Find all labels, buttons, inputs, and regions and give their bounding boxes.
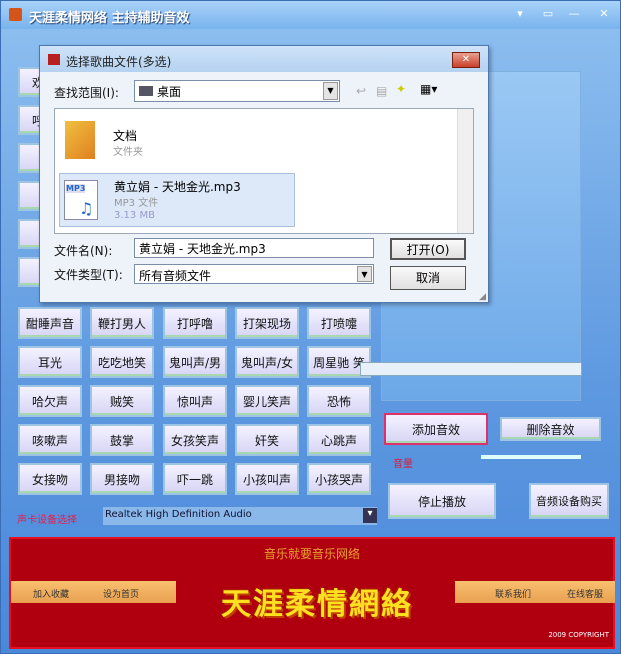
link-add-favorite[interactable]: 加入收藏 (33, 587, 69, 600)
back-icon[interactable]: ↩ (356, 84, 366, 98)
restore-button[interactable]: ▭ (537, 5, 559, 23)
horizontal-scrollbar[interactable] (360, 362, 582, 376)
effect-button[interactable]: 小孩叫声 (235, 463, 299, 495)
effect-button[interactable]: 吃吃地笑 (90, 346, 154, 378)
file-item-name[interactable]: 文档 (113, 127, 137, 144)
banner: 音乐就要音乐网络 加入收藏 设为首页 天涯柔情網絡 联系我们 在线客服 2009… (9, 537, 615, 649)
effect-button[interactable]: 心跳声 (307, 424, 371, 456)
file-open-dialog: 选择歌曲文件(多选) ✕ 查找范围(I): 桌面 ▼ ↩ ▤ ✦ ▦▾ 文档 文… (39, 45, 489, 303)
filetype-select[interactable]: 所有音频文件 ▼ (134, 264, 374, 284)
chevron-down-icon[interactable]: ▼ (323, 82, 338, 100)
file-item-type: MP3 文件 (114, 198, 159, 209)
volume-label: 音量 (393, 459, 413, 470)
close-button[interactable]: ✕ (593, 5, 615, 23)
effect-button[interactable]: 奸笑 (235, 424, 299, 456)
dialog-close-button[interactable]: ✕ (452, 52, 480, 68)
link-set-homepage[interactable]: 设为首页 (103, 587, 139, 600)
up-folder-icon[interactable]: ▤ (376, 84, 387, 98)
resize-grip-icon[interactable]: ◢ (479, 292, 486, 302)
dialog-title: 选择歌曲文件(多选) (66, 55, 172, 69)
file-item-selected[interactable]: MP3 ♫ 黄立娟 - 天地金光.mp3 MP3 文件 3.13 MB (59, 173, 295, 227)
filetype-label: 文件类型(T): (54, 268, 123, 282)
file-list[interactable]: 文档 文件夹 MP3 ♫ 黄立娟 - 天地金光.mp3 MP3 文件 3.13 M… (54, 108, 474, 234)
effect-button[interactable]: 打呼噜 (163, 307, 227, 339)
look-in-label: 查找范围(I): (54, 86, 119, 100)
add-effect-button[interactable]: 添加音效 (384, 413, 488, 445)
window-title: 天涯柔情网络 主持辅助音效 (29, 11, 190, 26)
chevron-down-icon[interactable]: ▼ (357, 266, 372, 282)
left-links: 加入收藏 设为首页 (11, 581, 176, 603)
right-links: 联系我们 在线客服 (455, 581, 615, 603)
effect-button[interactable]: 鼓掌 (90, 424, 154, 456)
view-menu-icon[interactable]: ▦▾ (420, 82, 437, 96)
volume-slider[interactable] (481, 455, 581, 459)
filename-input[interactable] (134, 238, 374, 258)
effect-button[interactable]: 耳光 (18, 346, 82, 378)
effect-button[interactable]: 咳嗽声 (18, 424, 82, 456)
file-item-size: 3.13 MB (114, 210, 155, 221)
look-in-select[interactable]: 桌面 ▼ (134, 80, 340, 102)
mp3-badge: MP3 (66, 184, 86, 193)
minimize-button[interactable]: — (563, 5, 585, 23)
device-value: Realtek High Definition Audio (105, 509, 252, 520)
banner-logo: 天涯柔情網絡 (221, 587, 413, 622)
banner-slogan: 音乐就要音乐网络 (263, 547, 360, 561)
stop-play-button[interactable]: 停止播放 (388, 483, 496, 519)
effect-button[interactable]: 女接吻 (18, 463, 82, 495)
look-in-value: 桌面 (157, 85, 182, 99)
effect-button[interactable]: 鬼叫声/男 (163, 346, 227, 378)
desktop-icon (139, 86, 153, 96)
music-note-icon: ♫ (79, 199, 94, 218)
buy-device-button[interactable]: 音频设备购买 (529, 483, 609, 519)
filetype-value: 所有音频文件 (139, 269, 212, 283)
app-icon (9, 8, 22, 21)
effect-button[interactable]: 打喷嚏 (307, 307, 371, 339)
file-item-name: 黄立娟 - 天地金光.mp3 (114, 180, 241, 194)
effect-button[interactable]: 酣睡声音 (18, 307, 82, 339)
dialog-icon (48, 54, 60, 65)
effect-button[interactable]: 吓一跳 (163, 463, 227, 495)
effect-button[interactable]: 女孩笑声 (163, 424, 227, 456)
main-window: 天涯柔情网络 主持辅助音效 ▾ ▭ — ✕ 欢呼 酣睡声音 鞭打男人 打呼噜 打架现场… (0, 0, 621, 654)
effect-button[interactable]: 恐怖 (307, 385, 371, 417)
link-support[interactable]: 在线客服 (567, 587, 603, 600)
mp3-file-icon: MP3 ♫ (64, 180, 98, 220)
cancel-button[interactable]: 取消 (390, 266, 466, 290)
dialog-title-bar: 选择歌曲文件(多选) ✕ (40, 46, 488, 72)
effect-button[interactable]: 打架现场 (235, 307, 299, 339)
file-item-type: 文件夹 (113, 147, 143, 158)
device-select[interactable]: Realtek High Definition Audio ▾ (103, 507, 377, 525)
copyright: 2009 COPYRIGHT (548, 631, 609, 639)
new-folder-icon[interactable]: ✦ (396, 82, 406, 96)
folder-icon (65, 121, 95, 159)
delete-effect-button[interactable]: 删除音效 (500, 417, 601, 441)
effect-button[interactable]: 惊叫声 (163, 385, 227, 417)
vertical-scrollbar[interactable] (457, 109, 473, 233)
effect-button[interactable]: 鞭打男人 (90, 307, 154, 339)
effect-button[interactable]: 男接吻 (90, 463, 154, 495)
open-button[interactable]: 打开(O) (390, 238, 466, 260)
chevron-down-icon[interactable]: ▾ (363, 508, 377, 523)
filename-label: 文件名(N): (54, 244, 113, 258)
title-bar: 天涯柔情网络 主持辅助音效 ▾ ▭ — ✕ (1, 1, 620, 29)
effect-button[interactable]: 鬼叫声/女 (235, 346, 299, 378)
menu-button[interactable]: ▾ (509, 5, 531, 23)
effect-button[interactable]: 婴儿笑声 (235, 385, 299, 417)
device-label: 声卡设备选择 (17, 515, 77, 526)
effect-button[interactable]: 小孩哭声 (307, 463, 371, 495)
link-contact[interactable]: 联系我们 (495, 587, 531, 600)
effect-button[interactable]: 哈欠声 (18, 385, 82, 417)
effect-button[interactable]: 贼笑 (90, 385, 154, 417)
